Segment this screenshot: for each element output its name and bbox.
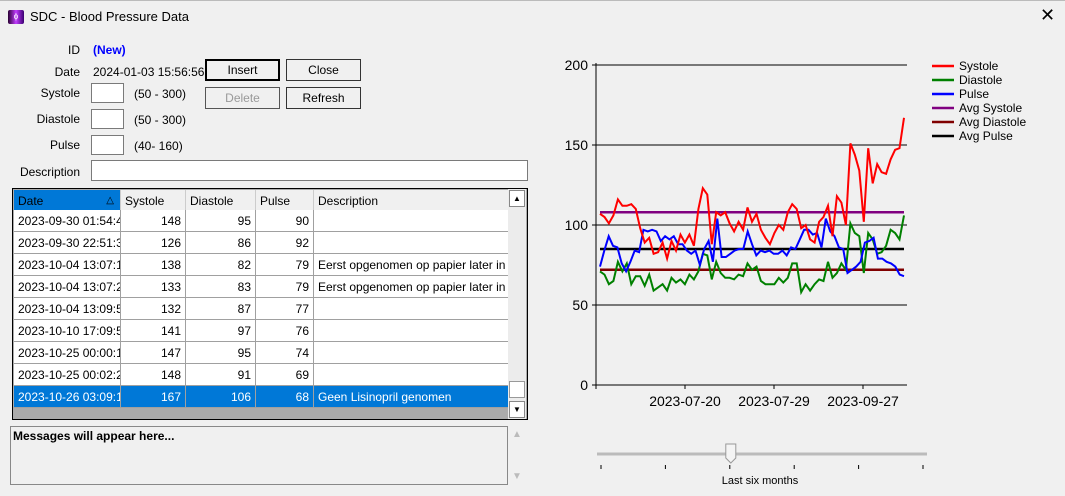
legend-label: Diastole bbox=[959, 73, 1003, 87]
x-tick-label: 2023-07-20 bbox=[649, 393, 721, 409]
series-pulse bbox=[599, 218, 905, 278]
x-tick-label: 2023-09-27 bbox=[827, 393, 899, 409]
legend-label: Avg Pulse bbox=[959, 129, 1013, 143]
y-tick-label: 100 bbox=[565, 217, 589, 233]
legend-label: Systole bbox=[959, 59, 999, 73]
legend-label: Avg Diastole bbox=[959, 115, 1026, 129]
legend-label: Avg Systole bbox=[959, 101, 1022, 115]
blood-pressure-chart: 0 50 100 150 200 2023-07-20 2023-07-29 2023-09-… bbox=[565, 57, 1027, 487]
y-tick-label: 50 bbox=[572, 297, 588, 313]
x-tick-label: 2023-07-29 bbox=[738, 393, 810, 409]
series-diastole bbox=[599, 215, 905, 296]
legend-label: Pulse bbox=[959, 87, 989, 101]
y-tick-label: 150 bbox=[565, 137, 589, 153]
y-tick-label: 200 bbox=[565, 57, 589, 73]
slider-thumb[interactable] bbox=[725, 443, 737, 464]
slider-label: Last six months bbox=[722, 475, 799, 487]
series-systole bbox=[599, 117, 905, 263]
y-tick-label: 0 bbox=[580, 377, 588, 393]
